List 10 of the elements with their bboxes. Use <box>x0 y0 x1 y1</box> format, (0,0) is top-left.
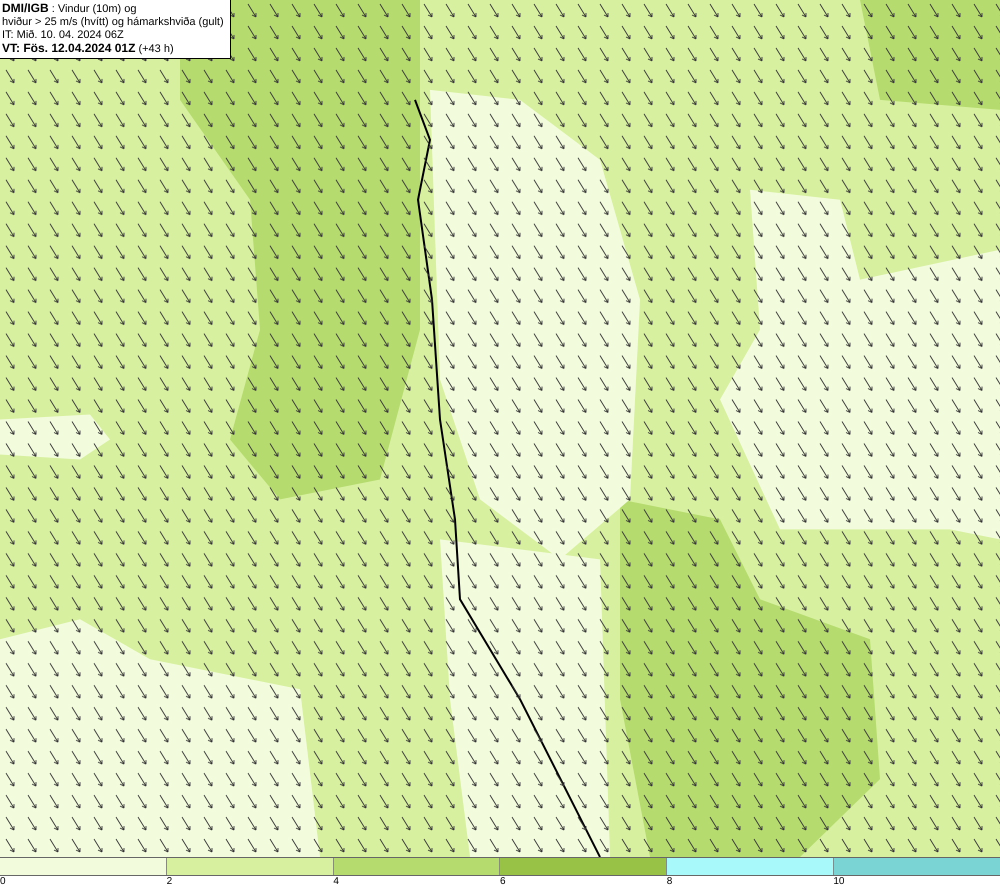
info-text: hviður > 25 m/s (hvítt) og hámarkshviða (gult) <box>2 16 224 29</box>
legend-label: 0 <box>0 876 6 887</box>
info-text: IT: Mið. 10. 04. 2024 06Z <box>2 29 125 42</box>
legend-label: 2 <box>166 876 172 887</box>
legend-label: 4 <box>333 876 339 887</box>
legend-label: 10 <box>833 876 844 887</box>
legend-label: 6 <box>500 876 506 887</box>
info-text: VT: Fös. 12.04.2024 01Z (+43 h) <box>2 42 175 56</box>
info-text: DMI/IGB : Vindur (10m) og <box>2 2 138 16</box>
legend-label: 8 <box>666 876 672 887</box>
